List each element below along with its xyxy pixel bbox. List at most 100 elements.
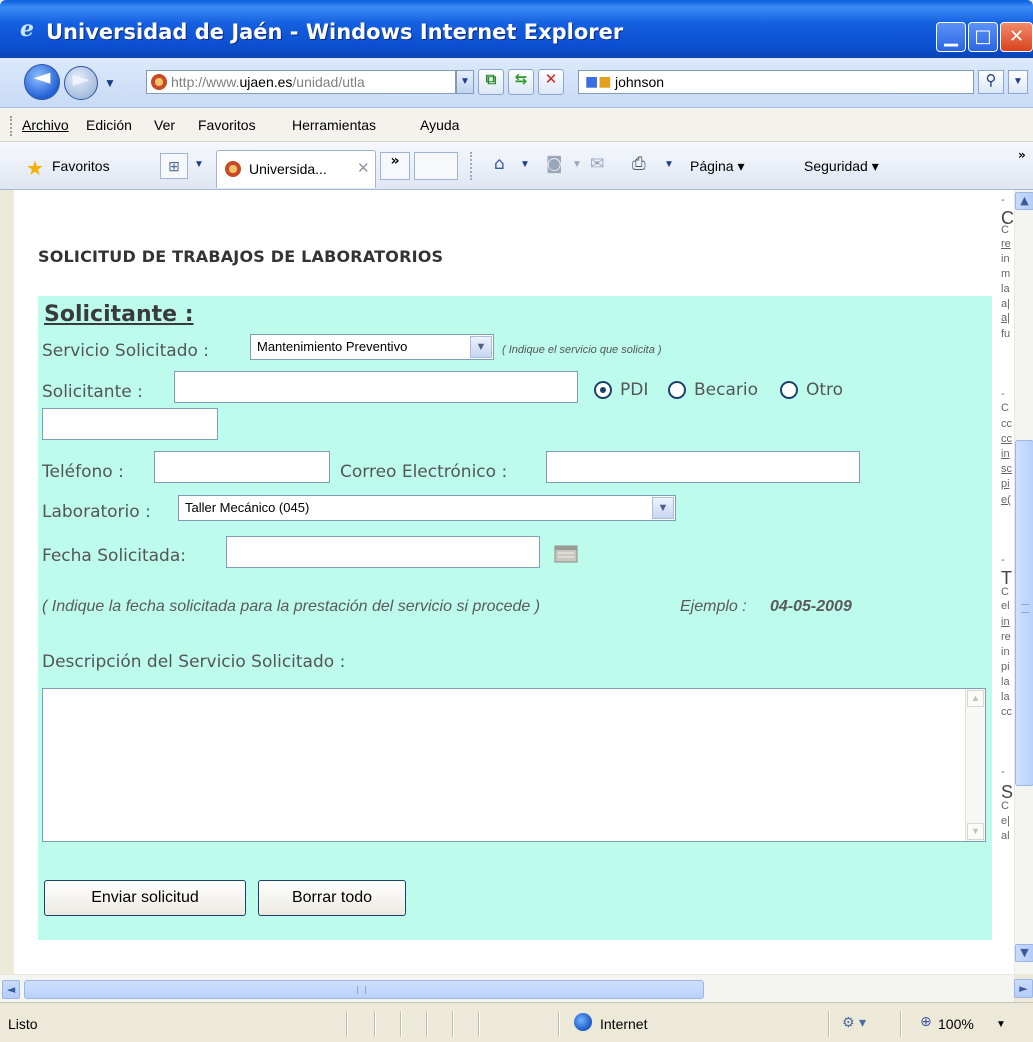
search-provider-icon: ■■	[585, 74, 612, 90]
recent-pages-dropdown[interactable]: ▼	[104, 76, 116, 90]
stop-button[interactable]: ✕	[538, 69, 564, 95]
toolbar-grip[interactable]	[10, 116, 12, 136]
scroll-up-icon[interactable]: ▲	[1015, 192, 1033, 210]
favorites-star-icon[interactable]: ★	[26, 156, 44, 181]
scroll-corner: ►	[1014, 974, 1033, 1002]
menu-archivo[interactable]: Archivo	[22, 117, 69, 133]
side-column-text: -	[1001, 194, 1005, 206]
fecha-input[interactable]	[226, 536, 540, 568]
toolbar-separator	[470, 152, 472, 180]
scroll-left-icon[interactable]: ◄	[2, 980, 20, 999]
compatibility-view-button[interactable]: ⧉	[478, 69, 504, 95]
vertical-scrollbar[interactable]: ▲ ▼	[1014, 190, 1033, 974]
zoom-level[interactable]: 100%	[938, 1016, 974, 1032]
menu-favoritos[interactable]: Favoritos	[198, 117, 256, 133]
menu-herramientas[interactable]: Herramientas	[292, 117, 376, 133]
tab-active[interactable]: Universida... ✕	[216, 150, 376, 188]
tab-list-dropdown[interactable]: ▼	[194, 159, 204, 170]
mail-icon[interactable]: ✉	[590, 154, 604, 174]
side-column-text: m	[1001, 268, 1011, 280]
side-column-text: pi	[1001, 661, 1010, 673]
descripcion-label: Descripción del Servicio Solicitado :	[42, 652, 346, 672]
toolbar-overflow-button[interactable]: »	[1018, 148, 1026, 162]
tab-close-icon[interactable]: ✕	[357, 159, 370, 177]
reset-button[interactable]: Borrar todo	[258, 880, 406, 916]
radio-otro[interactable]	[780, 381, 798, 399]
laboratorio-select[interactable]: Taller Mecánico (045) ▼	[178, 495, 676, 521]
back-arrow-icon: ◄	[33, 65, 51, 90]
search-icon: ⚲	[985, 71, 997, 89]
side-column-text: a|	[1001, 298, 1010, 310]
radio-becario[interactable]	[668, 381, 686, 399]
favorites-button[interactable]: Favoritos	[52, 158, 110, 174]
quick-tabs-button[interactable]: ⊞	[160, 153, 188, 179]
submit-button[interactable]: Enviar solicitud	[44, 880, 246, 916]
scroll-right-icon[interactable]: ►	[1014, 979, 1033, 998]
compatibility-icon: ⧉	[485, 70, 497, 88]
address-dropdown-button[interactable]: ▼	[456, 70, 474, 94]
calendar-icon[interactable]	[552, 541, 582, 565]
status-text: Listo	[8, 1016, 38, 1032]
print-dropdown[interactable]: ▼	[664, 159, 674, 170]
fecha-hint: ( Indique la fecha solicitada para la pr…	[42, 598, 541, 615]
horizontal-scroll-thumb[interactable]	[24, 980, 704, 999]
minimize-button[interactable]: ▁	[936, 22, 966, 52]
side-column-text: e|	[1001, 815, 1010, 827]
solicitante-input[interactable]	[174, 371, 578, 403]
menu-ver[interactable]: Ver	[154, 117, 175, 133]
fecha-example-value: 04-05-2009	[770, 598, 852, 615]
telefono-input[interactable]	[154, 451, 330, 483]
status-divider	[900, 1011, 902, 1037]
descripcion-textarea[interactable]: ▲ ▼	[42, 688, 986, 842]
back-button[interactable]: ◄	[24, 64, 60, 100]
refresh-button[interactable]: ⇆	[508, 69, 534, 95]
favorites-bar: ★ Favoritos ⊞ ▼ Universida... ✕ » ⌂ ▼ ◙ …	[0, 142, 1033, 190]
status-divider	[400, 1011, 402, 1037]
solicitante-label: Solicitante :	[42, 382, 143, 402]
search-button[interactable]: ⚲	[978, 70, 1004, 94]
side-column-text: re	[1001, 238, 1011, 250]
forward-button[interactable]: ►	[64, 66, 98, 100]
printer-icon[interactable]: ⎙	[632, 154, 646, 174]
home-icon[interactable]: ⌂	[494, 154, 505, 174]
form-title: Solicitante :	[44, 302, 194, 327]
zoom-icon[interactable]: ⊕	[920, 1014, 932, 1030]
address-bar[interactable]: http://www.ujaen.es/unidad/utla	[146, 70, 456, 94]
zoom-dropdown[interactable]: ▼	[996, 1019, 1006, 1030]
horizontal-scrollbar[interactable]: ◄	[0, 974, 1014, 1002]
close-button[interactable]: ✕	[1000, 22, 1033, 52]
menu-edicion[interactable]: Edición	[86, 117, 132, 133]
maximize-button[interactable]: □	[968, 22, 998, 52]
search-input[interactable]: ■■ johnson	[578, 70, 974, 94]
textarea-scrollbar[interactable]: ▲ ▼	[965, 689, 985, 841]
status-bar: Listo Internet ⚙ ▾ ⊕ 100% ▼	[0, 1002, 1033, 1042]
search-options-dropdown[interactable]: ▼	[1008, 70, 1028, 94]
scroll-up-icon[interactable]: ▲	[967, 690, 984, 707]
rss-icon[interactable]: ◙	[546, 154, 563, 174]
tab-favicon-icon	[225, 161, 241, 177]
servicio-select[interactable]: Mantenimiento Preventivo ▼	[250, 334, 494, 360]
side-column-text: in	[1001, 616, 1010, 628]
protected-mode-icon[interactable]: ⚙ ▾	[842, 1015, 866, 1031]
menu-ayuda[interactable]: Ayuda	[420, 117, 459, 133]
more-tabs-button[interactable]: »	[380, 152, 410, 180]
globe-icon	[574, 1013, 592, 1031]
otro-input[interactable]	[42, 408, 218, 440]
correo-input[interactable]	[546, 451, 860, 483]
new-tab-button[interactable]	[414, 152, 458, 180]
scroll-down-icon[interactable]: ▼	[1015, 944, 1033, 962]
radio-pdi[interactable]	[594, 381, 612, 399]
security-menu[interactable]: Seguridad ▾	[804, 158, 879, 175]
security-zone[interactable]: Internet	[600, 1016, 647, 1032]
feeds-dropdown[interactable]: ▼	[572, 159, 582, 170]
scroll-down-icon[interactable]: ▼	[967, 823, 984, 840]
title-bar[interactable]: e Universidad de Jaén - Windows Internet…	[0, 0, 1033, 58]
side-column-text: al	[1001, 830, 1010, 842]
status-divider	[478, 1011, 480, 1037]
home-dropdown[interactable]: ▼	[520, 159, 530, 170]
vertical-scroll-thumb[interactable]	[1015, 440, 1033, 786]
side-column-text: la	[1001, 691, 1010, 703]
stop-icon: ✕	[544, 70, 558, 88]
chevron-down-icon: ▼	[470, 336, 492, 358]
page-menu[interactable]: Página ▾	[690, 158, 745, 175]
